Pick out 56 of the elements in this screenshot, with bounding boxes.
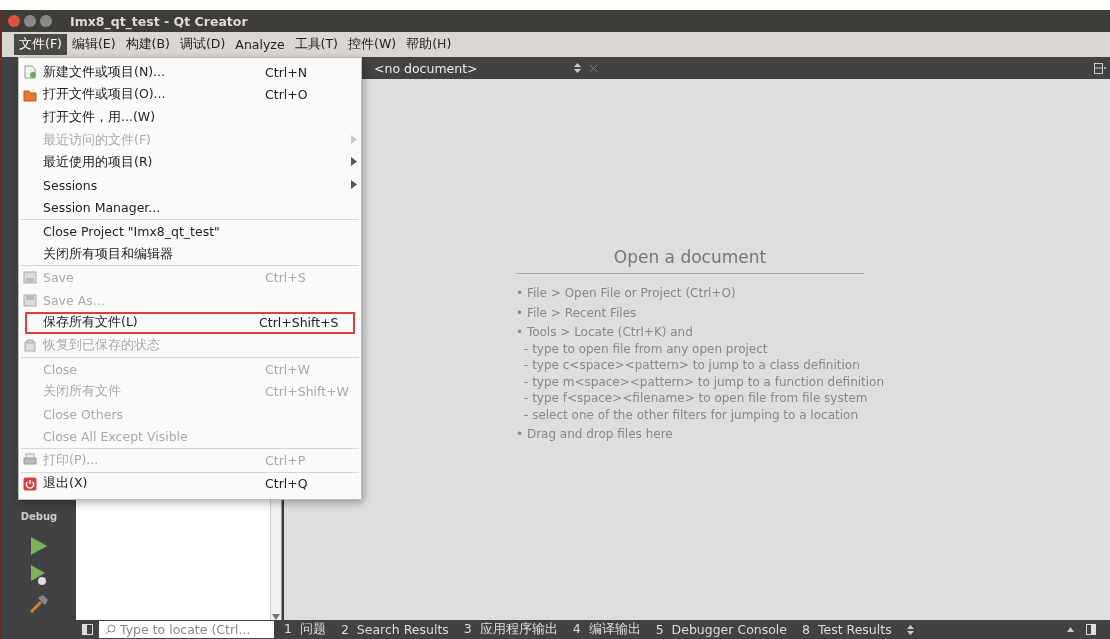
menu-entry[interactable]: 最近使用的项目(R): [19, 151, 361, 174]
hint-text: - type f<space><filename> to open file from file system: [523, 390, 868, 407]
updown-icon[interactable]: [906, 624, 914, 635]
output-pane-tab[interactable]: 1 问题: [284, 621, 326, 638]
minimize-button[interactable]: [24, 15, 36, 27]
menu-item[interactable]: 调试(D): [174, 34, 231, 55]
sidebar-toggle-icon[interactable]: [82, 624, 93, 635]
hint-text: • Tools > Locate (Ctrl+K) and: [516, 324, 693, 341]
menu-entry[interactable]: 打开文件或项目(O)... Ctrl+O: [19, 83, 361, 107]
hint-text: • File > Recent Files: [516, 304, 637, 321]
hint-text: - type c<space><pattern> to jump to a class definition: [523, 357, 860, 374]
document-selector[interactable]: <no document>: [374, 60, 574, 76]
output-pane-tab[interactable]: 8 Test Results: [802, 622, 892, 637]
locate-field[interactable]: Type to locate (Ctrl...: [99, 621, 274, 638]
menu-item[interactable]: 控件(W): [343, 34, 402, 55]
open-document-heading: Open a document: [516, 247, 864, 274]
menu-entry[interactable]: 新建文件或项目(N)... Ctrl+N: [19, 61, 361, 84]
folder-icon: [23, 87, 37, 102]
output-pane-tab[interactable]: 2 Search Results: [340, 622, 449, 637]
menu-entry[interactable]: Session Manager...: [19, 196, 361, 220]
menu-entry[interactable]: Close Project "Imx8_qt_test": [19, 220, 361, 243]
search-icon: [105, 624, 116, 635]
menu-entry[interactable]: 打开文件，用...(W): [19, 106, 361, 129]
printer-icon: [23, 453, 37, 468]
menu-item[interactable]: Analyze: [230, 35, 290, 54]
mode-label: Debug: [20, 511, 58, 522]
maximize-button[interactable]: [40, 15, 52, 27]
menu-entry[interactable]: 关闭所有项目和编辑器: [19, 242, 361, 266]
split-icon[interactable]: [1094, 62, 1106, 74]
output-pane-tab[interactable]: 4 编译输出: [572, 621, 641, 638]
close-button[interactable]: [8, 15, 20, 27]
new-file-icon: [23, 65, 37, 79]
hint-text: - select one of the other filters for jumping to a location: [523, 406, 858, 423]
hint-text: • File > Open File or Project (Ctrl+O): [516, 285, 736, 302]
updown-icon[interactable]: [574, 63, 581, 73]
menu-item[interactable]: 编辑(E): [66, 34, 121, 55]
output-pane-tab[interactable]: 3 应用程序输出: [463, 621, 558, 638]
run-icon[interactable]: [30, 536, 48, 556]
debug-run-icon[interactable]: [30, 564, 48, 586]
panel-toggle-icon[interactable]: [1086, 624, 1096, 635]
hint-text: • Drag and drop files here: [516, 426, 673, 443]
menu-item[interactable]: 工具(T): [289, 34, 343, 55]
menu-entry[interactable]: 保存所有文件(L) Ctrl+Shift+S: [25, 311, 355, 335]
menu-item[interactable]: 帮助(H): [401, 34, 457, 55]
up-arrow-icon[interactable]: [1067, 627, 1074, 632]
revert-icon: [23, 338, 37, 353]
hammer-icon[interactable]: [29, 594, 49, 614]
menu-item[interactable]: 文件(F): [14, 34, 67, 55]
menu-entry[interactable]: 退出(X) Ctrl+Q: [19, 472, 361, 496]
hint-text: - type m<space><pattern> to jump to a function definition: [523, 373, 885, 390]
window-title: Imx8_qt_test - Qt Creator: [70, 13, 248, 29]
menu-item[interactable]: 构建(B): [120, 34, 175, 55]
power-icon: [23, 476, 37, 491]
hint-text: - type to open file from any open project: [523, 340, 768, 357]
menu-entry[interactable]: Sessions: [19, 173, 361, 197]
output-pane-tab[interactable]: 5 Debugger Console: [655, 622, 788, 637]
